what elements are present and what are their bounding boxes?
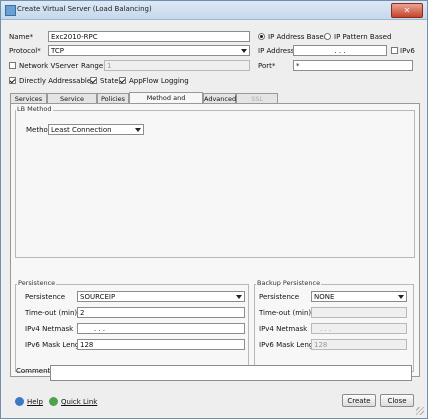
backup-persistence-label: Persistence [259,293,300,301]
method-and-persistence-panel: LB Method Method Least Connection Persis… [10,103,420,377]
help-link[interactable]: Help [27,398,43,406]
state-label: State [100,77,119,85]
persistence-label: Persistence [25,293,66,301]
method-select-value: Least Connection [51,126,112,134]
ipv4-netmask-value: . . . [94,325,106,333]
ip-address-input[interactable]: . . . [293,45,387,56]
port-input[interactable]: * [293,60,413,71]
persistence-group-title: Persistence [17,279,57,287]
directly-addressable-label: Directly Addressable [19,77,92,85]
ip-pattern-based-label: IP Pattern Based [334,33,392,41]
title-bar[interactable]: Create Virtual Server (Load Balancing) ✕ [1,1,427,20]
window-close-button[interactable]: ✕ [391,3,423,18]
dialog-content: Name* Exc2010-RPC Protocol* TCP Network … [2,20,426,417]
backup-ipv4-netmask-input[interactable]: . . . [311,323,407,334]
quick-link[interactable]: Quick Link [61,398,97,406]
tab-method-and-persistence[interactable]: Method and Persistence [129,92,203,112]
protocol-select[interactable]: TCP [48,45,250,56]
directly-addressable-checkbox[interactable] [9,77,16,84]
persistence-select[interactable]: SOURCEIP [77,291,245,302]
range-label: Range [81,62,104,70]
appflow-logging-checkbox[interactable] [119,77,126,84]
chevron-down-icon [135,128,141,132]
ip-address-based-label: IP Address Based [268,33,329,41]
backup-ipv4-netmask-label: IPv4 Netmask [259,325,308,333]
tab-ssl-settings[interactable]: SSL Settings [236,93,278,113]
tab-policies[interactable]: Policies [97,93,129,103]
help-icon[interactable] [15,397,24,406]
persistence-select-value: SOURCEIP [80,293,116,301]
ip-address-value: . . . [334,47,346,55]
backup-persistence-select-value: NONE [314,293,335,301]
chevron-down-icon [236,295,242,299]
protocol-label: Protocol* [9,47,41,55]
backup-ipv6-mask-length-input[interactable]: 128 [311,339,407,350]
dialog-window: Create Virtual Server (Load Balancing) ✕… [0,0,428,419]
network-vserver-checkbox[interactable] [9,62,16,69]
resize-grip[interactable] [416,407,424,415]
quick-link-icon[interactable] [49,397,58,406]
comments-label: Comments [16,367,54,375]
close-button[interactable]: Close [380,394,414,407]
name-input[interactable]: Exc2010-RPC [48,31,250,42]
chevron-down-icon [241,49,247,53]
ipv4-netmask-input[interactable]: . . . [77,323,245,334]
ipv4-netmask-label: IPv4 Netmask [25,325,74,333]
ip-pattern-based-radio[interactable] [324,33,331,40]
range-input[interactable]: 1 [104,60,250,71]
state-checkbox[interactable] [90,77,97,84]
ipv6-label: IPv6 [400,47,415,55]
backup-persistence-group-title: Backup Persistence [256,279,322,287]
ip-address-label: IP Address* [258,47,298,55]
create-button[interactable]: Create [342,394,376,407]
protocol-select-value: TCP [51,47,64,55]
name-label: Name* [9,33,34,41]
chevron-down-icon [398,295,404,299]
method-select[interactable]: Least Connection [48,124,144,135]
timeout-input[interactable]: 2 [77,307,245,318]
ipv6-mask-length-input[interactable]: 128 [77,339,245,350]
timeout-label: Time-out (min) [25,309,78,317]
port-label: Port* [258,62,276,70]
backup-timeout-label: Time-out (min) [259,309,312,317]
window-title: Create Virtual Server (Load Balancing) [17,5,152,13]
appflow-logging-label: AppFlow Logging [129,77,189,85]
window-app-icon [5,5,16,16]
network-vserver-label: Network VServer [19,62,79,70]
tab-service-groups[interactable]: Service Groups [47,93,97,113]
tab-advanced[interactable]: Advanced [203,93,236,103]
backup-ipv4-netmask-value: . . . [320,325,332,333]
backup-persistence-select[interactable]: NONE [311,291,407,302]
comments-input[interactable] [50,365,412,381]
ipv6-checkbox[interactable] [391,47,398,54]
lb-method-group-title: LB Method [16,105,53,113]
backup-timeout-input[interactable] [311,307,407,318]
tab-services[interactable]: Services [10,93,47,103]
ip-address-based-radio[interactable] [258,33,265,40]
